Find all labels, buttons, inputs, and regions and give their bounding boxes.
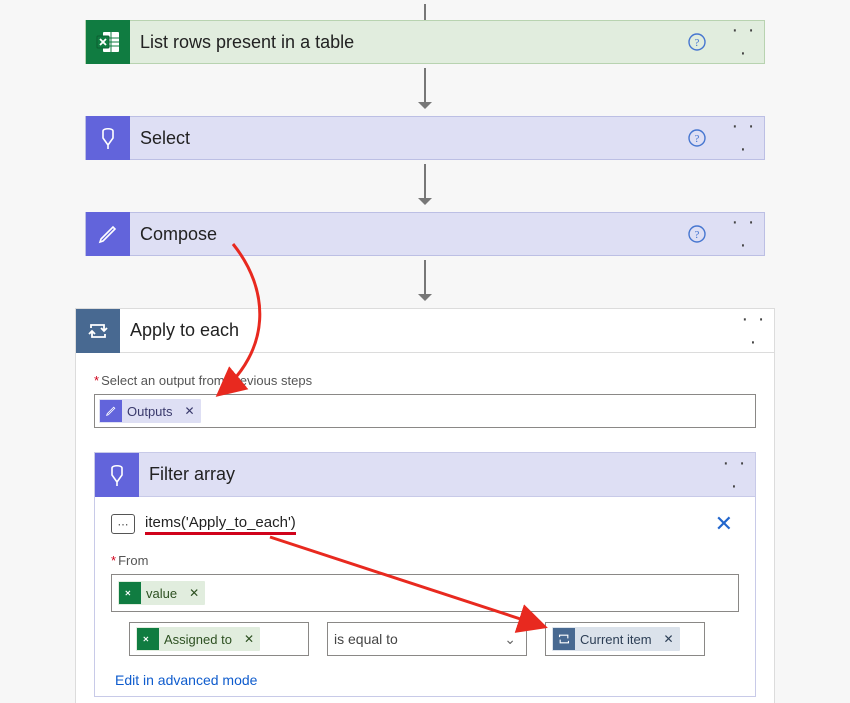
svg-text:?: ? [695, 229, 700, 241]
excel-icon [137, 628, 159, 650]
expression-text[interactable]: items('Apply_to_each') [145, 514, 296, 535]
required-star: * [94, 373, 99, 388]
connector-arrow [85, 160, 765, 212]
connector-arrow [85, 0, 765, 20]
token-remove-icon[interactable]: ✕ [183, 586, 205, 600]
token-value[interactable]: value ✕ [118, 581, 205, 605]
fx-icon[interactable]: ⋯ [111, 514, 135, 534]
loop-icon [76, 309, 120, 353]
apply-to-each-container: Apply to each · · · *Select an output fr… [75, 308, 775, 703]
action-list-rows[interactable]: List rows present in a table ? · · · [85, 20, 765, 64]
from-label: *From [111, 553, 739, 568]
output-from-label: *Select an output from previous steps [94, 373, 756, 388]
operator-text: is equal to [334, 631, 398, 647]
output-from-input[interactable]: Outputs ✕ [94, 394, 756, 428]
action-title: Select [130, 128, 688, 149]
chevron-down-icon: ⌄ [504, 631, 516, 648]
filter-array-title: Filter array [139, 464, 715, 485]
dataop-icon [100, 400, 122, 422]
svg-text:?: ? [695, 37, 700, 49]
excel-icon [86, 20, 130, 64]
condition-right-input[interactable]: Current item ✕ [545, 622, 705, 656]
condition-operator-select[interactable]: is equal to ⌄ [327, 622, 527, 656]
more-icon[interactable]: · · · [724, 19, 764, 65]
action-select[interactable]: Select ? · · · [85, 116, 765, 160]
more-icon[interactable]: · · · [724, 211, 764, 257]
token-remove-icon[interactable]: ✕ [658, 632, 680, 646]
required-star: * [111, 553, 116, 568]
help-icon[interactable]: ? [688, 33, 724, 51]
apply-to-each-header[interactable]: Apply to each · · · [76, 309, 774, 353]
clear-icon[interactable]: ✕ [709, 511, 739, 537]
token-label: Outputs [123, 404, 179, 419]
condition-left-input[interactable]: Assigned to ✕ [129, 622, 309, 656]
filter-array-container: Filter array · · · ⋯ items('Apply_to_eac… [94, 452, 756, 697]
help-icon[interactable]: ? [688, 225, 724, 243]
token-current-item[interactable]: Current item ✕ [552, 627, 680, 651]
svg-text:?: ? [695, 133, 700, 145]
expression-row: ⋯ items('Apply_to_each') ✕ [111, 511, 739, 537]
more-icon[interactable]: · · · [734, 308, 774, 354]
edit-advanced-link[interactable]: Edit in advanced mode [111, 672, 739, 688]
help-icon[interactable]: ? [688, 129, 724, 147]
token-remove-icon[interactable]: ✕ [238, 632, 260, 646]
token-label: value [142, 586, 183, 601]
token-assigned-to[interactable]: Assigned to ✕ [136, 627, 260, 651]
action-title: Compose [130, 224, 688, 245]
loop-icon [553, 628, 575, 650]
from-input[interactable]: value ✕ [111, 574, 739, 612]
token-outputs[interactable]: Outputs ✕ [99, 399, 201, 423]
excel-icon [119, 582, 141, 604]
apply-to-each-title: Apply to each [120, 320, 734, 341]
filter-array-header[interactable]: Filter array · · · [95, 453, 755, 497]
dataop-icon [86, 212, 130, 256]
connector-arrow [85, 64, 765, 116]
token-label: Assigned to [160, 632, 238, 647]
condition-row: Assigned to ✕ is equal to ⌄ [111, 622, 739, 656]
connector-arrow [85, 256, 765, 308]
dataop-icon [86, 116, 130, 160]
token-remove-icon[interactable]: ✕ [179, 404, 201, 418]
more-icon[interactable]: · · · [724, 115, 764, 161]
action-title: List rows present in a table [130, 32, 688, 53]
dataop-icon [95, 453, 139, 497]
action-compose[interactable]: Compose ? · · · [85, 212, 765, 256]
token-label: Current item [576, 632, 658, 647]
more-icon[interactable]: · · · [715, 452, 755, 498]
